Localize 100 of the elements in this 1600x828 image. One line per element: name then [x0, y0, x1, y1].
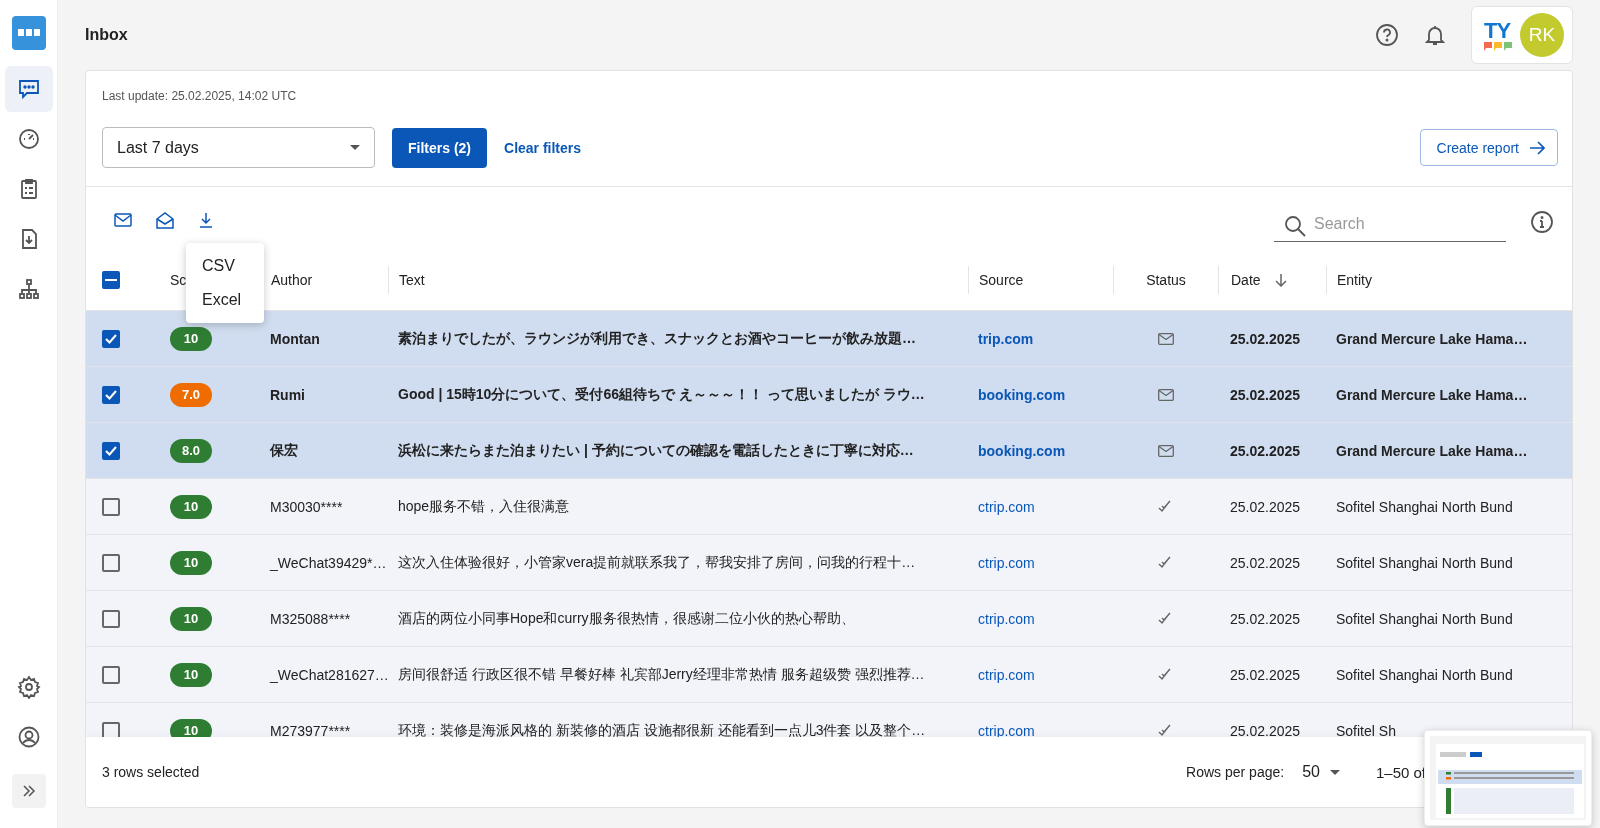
period-select[interactable]: Last 7 days: [102, 127, 375, 168]
source-link[interactable]: ctrip.com: [978, 610, 1035, 627]
entity-name: Grand Mercure Lake Hama…: [1336, 386, 1528, 403]
speech-bubbles-icon: [1484, 41, 1512, 51]
select-all-checkbox[interactable]: [102, 270, 120, 289]
dropdown-caret-icon: [1329, 769, 1340, 775]
thumbnail-drawing[interactable]: [1424, 730, 1592, 826]
source-link[interactable]: trip.com: [978, 330, 1034, 347]
author-name: Rumi: [270, 386, 305, 403]
entity-name: Sofitel Shanghai North Bund: [1336, 610, 1513, 627]
menu-item[interactable]: CSV: [186, 249, 264, 283]
table-row[interactable]: 10 M325088**** 酒店的两位小同事Hope和curry服务很热情，很感谢二位小伙的热心帮助、 ctrip.com 25.02.2025 Sofitel Shanghai North Bund: [86, 591, 1572, 647]
search-icon: [1284, 214, 1306, 237]
date-text: 25.02.2025: [1230, 386, 1301, 403]
date-text: 25.02.2025: [1230, 442, 1301, 459]
date-text: 25.02.2025: [1230, 722, 1301, 737]
review-text[interactable]: 这次入住体验很好，小管家vera提前就联系我了，帮我安排了房间，问我的行程十…: [398, 553, 916, 572]
author-name: 保宏: [270, 441, 298, 460]
filters-button[interactable]: Filters (2): [392, 127, 487, 168]
column-header[interactable]: Date: [1231, 271, 1261, 288]
row-checkbox[interactable]: [102, 497, 120, 516]
score-badge: 10: [170, 494, 212, 519]
row-checkbox[interactable]: [102, 329, 120, 348]
source-link[interactable]: ctrip.com: [978, 498, 1035, 515]
author-name: M325088****: [270, 610, 351, 627]
author-name: _WeChat39429*…: [270, 554, 387, 571]
help-icon[interactable]: [1375, 23, 1399, 47]
row-checkbox[interactable]: [102, 441, 120, 460]
entity-name: Sofitel Shanghai North Bund: [1336, 666, 1513, 683]
review-text[interactable]: Good | 15時10分について、受付66組待ちで え～～～！！ って思いましたが ラウ…: [398, 385, 925, 404]
score-badge: 10: [170, 662, 212, 687]
entity-name: Sofitel Shanghai North Bund: [1336, 554, 1513, 571]
source-link[interactable]: booking.com: [978, 386, 1066, 403]
column-header[interactable]: Source: [979, 271, 1024, 288]
info-icon[interactable]: [1530, 210, 1554, 234]
author-name: _WeChat281627…: [270, 666, 389, 683]
dropdown-caret-icon: [350, 145, 360, 150]
app-logo-icon[interactable]: [11, 16, 46, 50]
review-text[interactable]: 酒店的两位小同事Hope和curry服务很热情，很感谢二位小伙的热心帮助、: [398, 609, 855, 628]
check-icon: [105, 389, 117, 400]
source-link[interactable]: booking.com: [978, 442, 1066, 459]
sort-arrow-icon[interactable]: [1274, 272, 1287, 287]
author-name: M30030****: [270, 498, 343, 515]
table-row[interactable]: 10 M30030**** hope服务不错，入住很满意 ctrip.com 25.02.2025 Sofitel Shanghai North Bund: [86, 479, 1572, 535]
column-header[interactable]: Author: [271, 271, 313, 288]
date-text: 25.02.2025: [1230, 330, 1301, 347]
entity-name: Grand Mercure Lake Hama…: [1336, 442, 1528, 459]
table-row[interactable]: 7.0 Rumi Good | 15時10分について、受付66組待ちで え～～～！！ って思いましたが ラウ… booking.com 25.02.2025 Grand Mercure Lake Hama…: [86, 367, 1572, 423]
review-text[interactable]: 房间很舒适 行政区很不错 早餐好棒 礼宾部Jerry经理非常热情 服务超级赞 强烈推荐…: [398, 665, 925, 684]
search-field[interactable]: Search: [1274, 208, 1506, 242]
author-name: M273977****: [270, 722, 351, 737]
row-checkbox[interactable]: [102, 665, 120, 684]
table-row[interactable]: 10 _WeChat39429*… 这次入住体验很好，小管家vera提前就联系我了，帮我安排了房间，问我的行程十… ctrip.com 25.02.2025 Sofitel Shanghai North Bund: [86, 535, 1572, 591]
account-panel[interactable]: TY RK: [1471, 6, 1573, 64]
expand-button[interactable]: [11, 774, 46, 808]
score-badge: 10: [170, 718, 212, 737]
create-report-button[interactable]: Create report: [1419, 129, 1558, 166]
last-update-text: Last update: 25.02.2025, 14:02 UTC: [102, 89, 298, 103]
column-header[interactable]: Entity: [1337, 271, 1372, 288]
brand-logo: TY: [1484, 19, 1511, 42]
column-header[interactable]: Status: [1146, 271, 1186, 288]
review-text[interactable]: 环境：装修是海派风格的 新装修的酒店 设施都很新 还能看到一点儿3件套 以及整个…: [398, 721, 926, 737]
table-row[interactable]: 10 _WeChat281627… 房间很舒适 行政区很不错 早餐好棒 礼宾部Jerry经理非常热情 服务超级赞 强烈推荐… ctrip.com 25.02.2025 Sofitel Shanghai North Bund: [86, 647, 1572, 703]
double-chevron-icon: [20, 783, 37, 799]
chat-icon[interactable]: [4, 66, 53, 112]
table-row[interactable]: 8.0 保宏 浜松に来たらまた泊まりたい | 予約についての確認を電話したときに丁寧に対応… booking.com 25.02.2025 Grand Mercure Lake Hama…: [86, 423, 1572, 479]
arrow-right-icon: [1529, 140, 1545, 155]
row-checkbox[interactable]: [102, 609, 120, 628]
check-icon: [105, 445, 117, 456]
rows-per-page-label: Rows per page:: [1186, 764, 1285, 780]
entity-name: Sofitel Shanghai North Bund: [1336, 498, 1513, 515]
column-header[interactable]: Text: [399, 271, 425, 288]
source-link[interactable]: ctrip.com: [978, 666, 1035, 683]
check-icon: [105, 333, 117, 344]
date-text: 25.02.2025: [1230, 666, 1301, 683]
source-link[interactable]: ctrip.com: [978, 554, 1035, 571]
author-name: Montan: [270, 330, 320, 347]
table-row[interactable]: 10 Montan 素泊まりでしたが、ラウンジが利用でき、スナックとお酒やコーヒーが飲み放題… trip.com 25.02.2025 Grand Mercure Lake Hama…: [86, 311, 1572, 367]
rows-per-page-select[interactable]: 50: [1302, 763, 1340, 781]
entity-name: Sofitel Sh: [1336, 722, 1396, 737]
date-text: 25.02.2025: [1230, 554, 1301, 571]
score-badge: 10: [170, 326, 212, 351]
minus-icon: [105, 278, 117, 281]
page-title: Inbox: [85, 26, 129, 44]
envelope-icon[interactable]: [114, 213, 132, 227]
date-text: 25.02.2025: [1230, 610, 1301, 627]
score-badge: 7.0: [170, 382, 212, 407]
bell-icon[interactable]: [1423, 23, 1447, 47]
selection-count: 3 rows selected: [102, 764, 200, 780]
column-header[interactable]: Sc: [170, 271, 187, 288]
download-icon[interactable]: [198, 212, 214, 228]
score-badge: 8.0: [170, 438, 212, 463]
row-checkbox[interactable]: [102, 553, 120, 572]
review-text[interactable]: hope服务不错，入住很满意: [398, 497, 570, 516]
row-checkbox[interactable]: [102, 385, 120, 404]
review-text[interactable]: 素泊まりでしたが、ラウンジが利用でき、スナックとお酒やコーヒーが飲み放題…: [398, 329, 916, 348]
clear-filters-link[interactable]: Clear filters: [504, 139, 582, 156]
review-text[interactable]: 浜松に来たらまた泊まりたい | 予約についての確認を電話したときに丁寧に対応…: [398, 441, 914, 460]
date-text: 25.02.2025: [1230, 498, 1301, 515]
open-envelope-icon[interactable]: [156, 211, 174, 229]
